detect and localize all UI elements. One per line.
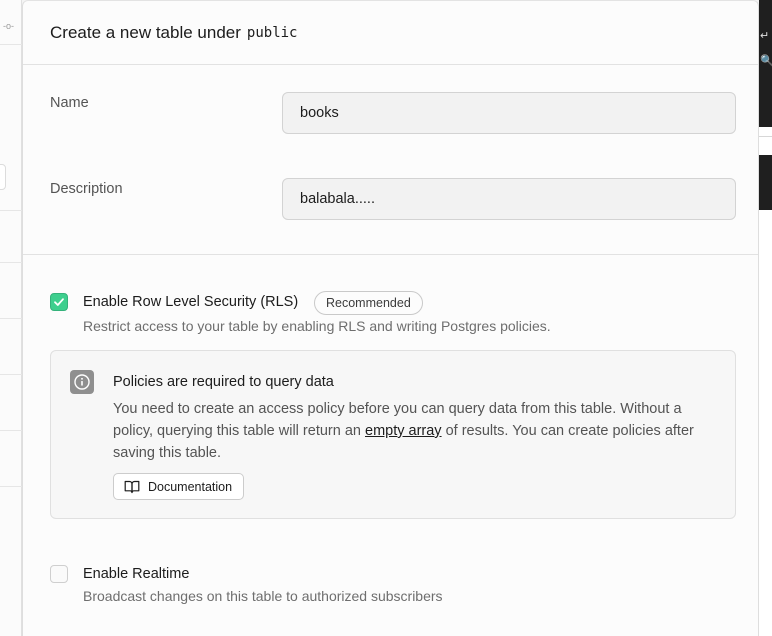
book-open-icon (124, 480, 140, 493)
background-divider (0, 374, 22, 375)
background-divider (0, 318, 22, 319)
info-icon (70, 370, 94, 394)
background-divider (0, 44, 22, 45)
create-table-panel: Create a new table under public Name Des… (22, 0, 759, 636)
description-label: Description (50, 181, 123, 197)
background-divider (0, 210, 22, 211)
callout-body: You need to create an access policy befo… (113, 398, 725, 464)
policies-callout: Policies are required to query data You … (50, 350, 736, 519)
panel-title: Create a new table under (50, 22, 241, 42)
background-divider (0, 262, 22, 263)
background-toolbar-icon: 🔍 (760, 55, 772, 67)
empty-array-link[interactable]: empty array (365, 423, 442, 439)
background-control (0, 164, 6, 190)
name-label: Name (50, 95, 89, 111)
background-divider (0, 486, 22, 487)
realtime-description: Broadcast changes on this table to autho… (83, 588, 443, 604)
rls-description: Restrict access to your table by enablin… (83, 318, 551, 334)
checkmark-icon (54, 298, 64, 306)
rls-title: Enable Row Level Security (RLS) (83, 294, 299, 310)
realtime-checkbox[interactable] (50, 565, 68, 583)
background-toolbar (759, 155, 772, 210)
background-left-strip: -o- (0, 0, 22, 636)
realtime-title: Enable Realtime (83, 566, 190, 582)
description-input[interactable] (282, 178, 736, 220)
background-toolbar-icon: ↵ (760, 30, 770, 42)
recommended-badge: Recommended (314, 291, 423, 315)
rls-checkbox[interactable] (50, 293, 68, 311)
background-divider (0, 430, 22, 431)
background-right-strip: ↵ 🔍 (759, 0, 772, 636)
callout-title: Policies are required to query data (113, 374, 334, 390)
background-toolbar: ↵ 🔍 (759, 0, 772, 127)
background-connector-icon: -o- (3, 21, 14, 31)
background-divider (759, 136, 772, 137)
documentation-label: Documentation (148, 479, 233, 494)
section-divider (23, 254, 758, 255)
documentation-button[interactable]: Documentation (113, 473, 245, 500)
schema-name: public (246, 24, 298, 41)
panel-header: Create a new table under public (23, 1, 758, 65)
name-input[interactable] (282, 92, 736, 134)
